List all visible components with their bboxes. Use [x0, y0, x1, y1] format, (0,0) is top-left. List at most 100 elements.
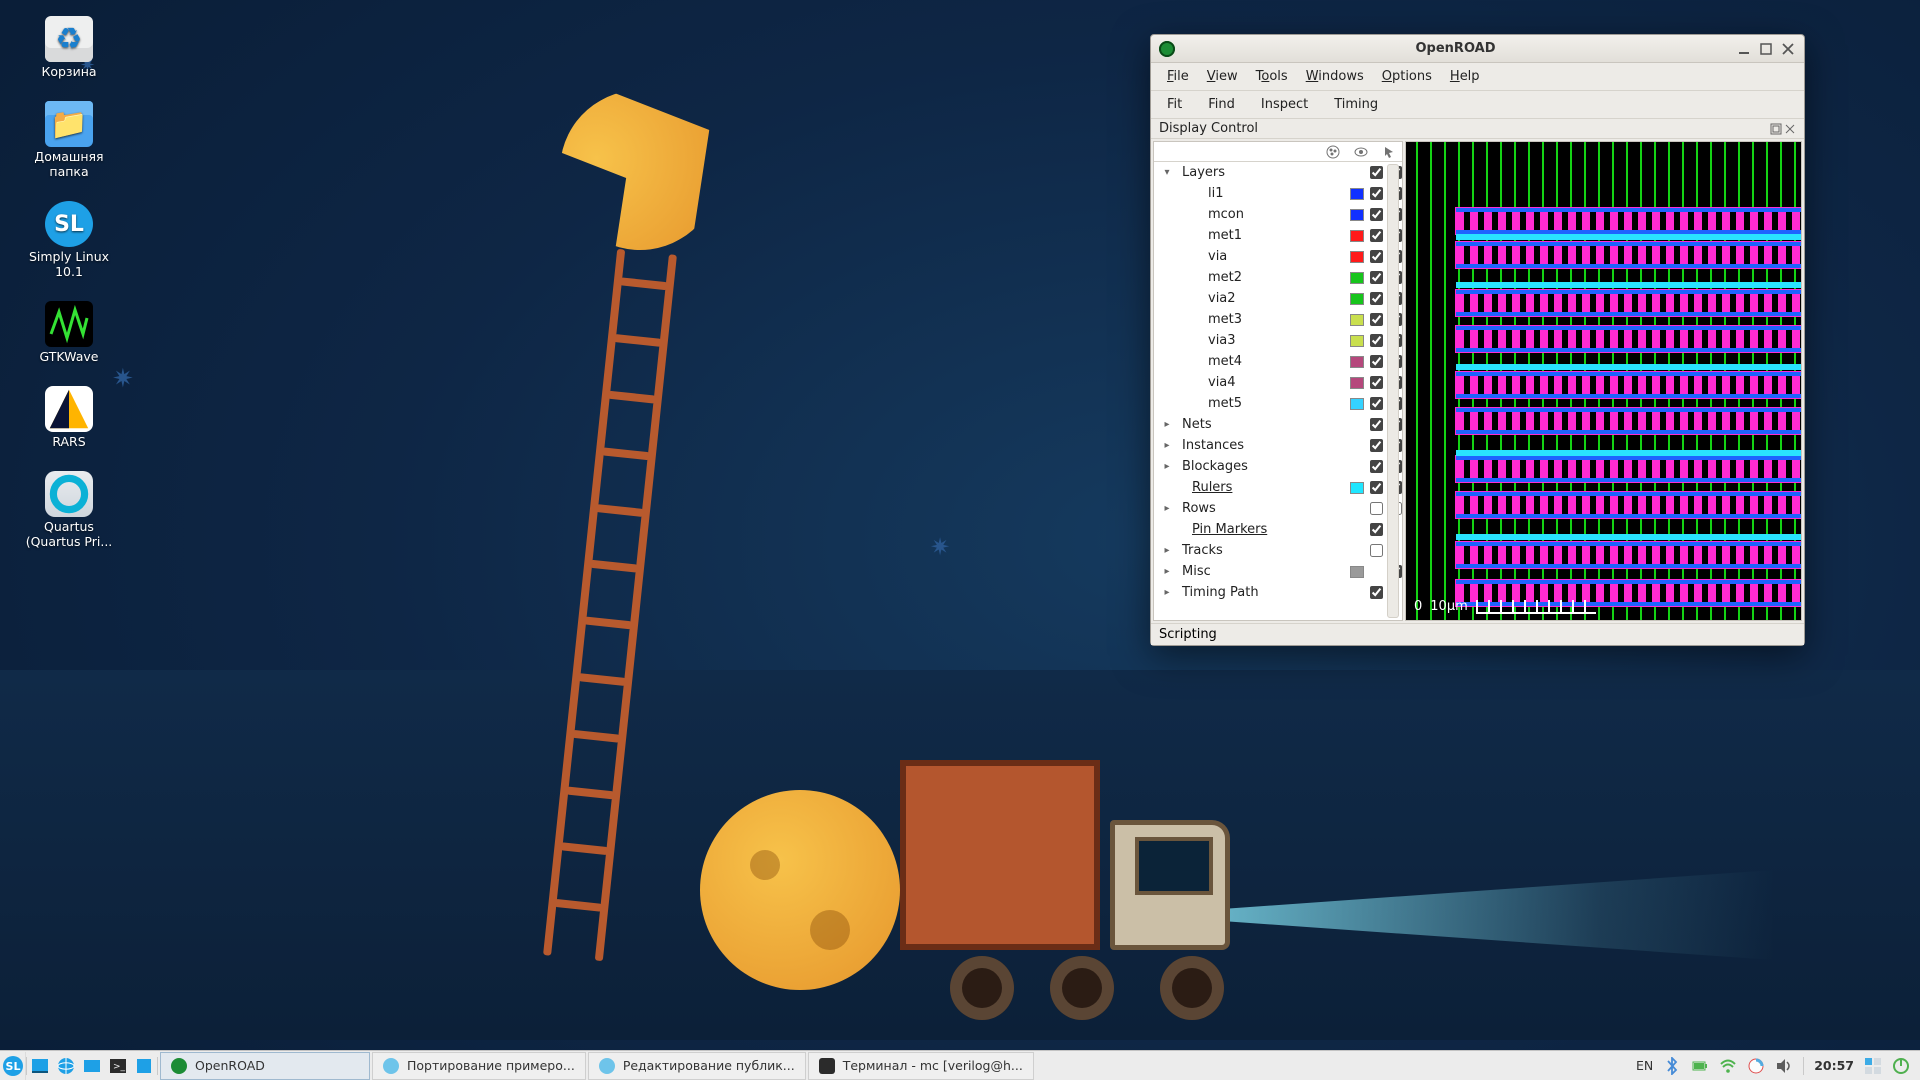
battery-tray-icon[interactable] [1691, 1057, 1709, 1075]
visibility-checkbox[interactable] [1370, 334, 1383, 347]
tree-group-layers[interactable]: ▾ Layers [1154, 162, 1402, 183]
tree-layer-met5[interactable]: met5 [1154, 393, 1402, 414]
tree-expander-icon[interactable]: ▸ [1162, 545, 1172, 556]
layer-color-swatch[interactable] [1350, 188, 1364, 200]
desktop-icon-trash[interactable]: ♻ Корзина [14, 12, 124, 83]
visibility-checkbox[interactable] [1370, 208, 1383, 221]
sound-tray-icon[interactable] [1775, 1057, 1793, 1075]
tree-expander-icon[interactable]: ▸ [1162, 461, 1172, 472]
tree-expander-icon[interactable]: ▸ [1162, 503, 1172, 514]
menu-view[interactable]: View [1199, 66, 1246, 87]
panel-undock-icon[interactable] [1770, 123, 1782, 135]
visibility-checkbox[interactable] [1370, 481, 1383, 494]
tree-group-misc[interactable]: ▸ Misc [1154, 561, 1402, 582]
window-titlebar[interactable]: OpenROAD [1151, 35, 1804, 63]
visibility-checkbox[interactable] [1370, 187, 1383, 200]
layout-viewer[interactable]: 0 10µm [1405, 141, 1802, 621]
visibility-checkbox[interactable] [1370, 313, 1383, 326]
visibility-checkbox[interactable] [1370, 229, 1383, 242]
tree-group-timing-path[interactable]: ▸ Timing Path [1154, 582, 1402, 603]
tree-layer-met3[interactable]: met3 [1154, 309, 1402, 330]
tree-layer-via4[interactable]: via4 [1154, 372, 1402, 393]
visibility-checkbox[interactable] [1370, 292, 1383, 305]
visibility-checkbox[interactable] [1370, 250, 1383, 263]
launcher-show-desktop[interactable] [27, 1052, 53, 1080]
layer-color-swatch[interactable] [1350, 293, 1364, 305]
desktop-icon-rars[interactable]: RARS [14, 382, 124, 453]
menu-windows[interactable]: Windows [1298, 66, 1372, 87]
visibility-checkbox[interactable] [1370, 502, 1383, 515]
display-control-scrollbar[interactable] [1387, 164, 1399, 618]
tree-expander-icon[interactable]: ▸ [1162, 566, 1172, 577]
taskbar-button-browser-1[interactable]: Портирование примеро... [372, 1052, 586, 1080]
tree-group-instances[interactable]: ▸ Instances [1154, 435, 1402, 456]
tree-layer-met4[interactable]: met4 [1154, 351, 1402, 372]
tree-expander-icon[interactable]: ▾ [1162, 167, 1172, 178]
tool-timing[interactable]: Timing [1326, 94, 1386, 115]
launcher-files[interactable] [79, 1052, 105, 1080]
layer-color-swatch[interactable] [1350, 356, 1364, 368]
visibility-checkbox[interactable] [1370, 166, 1383, 179]
menu-options[interactable]: Options [1374, 66, 1440, 87]
launcher-app[interactable] [131, 1052, 157, 1080]
tree-layer-met2[interactable]: met2 [1154, 267, 1402, 288]
menu-tools[interactable]: Tools [1248, 66, 1296, 87]
menu-file[interactable]: File [1159, 66, 1197, 87]
tool-inspect[interactable]: Inspect [1253, 94, 1316, 115]
tree-item-rulers[interactable]: Rulers [1154, 477, 1402, 498]
tree-item-pin-markers[interactable]: Pin Markers [1154, 519, 1402, 540]
tool-find[interactable]: Find [1200, 94, 1243, 115]
visibility-checkbox[interactable] [1370, 544, 1383, 557]
tree-expander-icon[interactable]: ▸ [1162, 587, 1172, 598]
layer-color-swatch[interactable] [1350, 335, 1364, 347]
layer-color-swatch[interactable] [1350, 398, 1364, 410]
launcher-browser[interactable] [53, 1052, 79, 1080]
tree-group-tracks[interactable]: ▸ Tracks [1154, 540, 1402, 561]
desktop-icon-simply-linux[interactable]: SL Simply Linux 10.1 [14, 197, 124, 283]
tree-expander-icon[interactable]: ▸ [1162, 440, 1172, 451]
window-minimize-button[interactable] [1736, 41, 1752, 57]
taskbar-button-terminal[interactable]: Терминал - mc [verilog@h... [808, 1052, 1034, 1080]
launcher-terminal[interactable]: >_ [105, 1052, 131, 1080]
visibility-checkbox[interactable] [1370, 418, 1383, 431]
tree-layer-li1[interactable]: li1 [1154, 183, 1402, 204]
tree-layer-via2[interactable]: via2 [1154, 288, 1402, 309]
visibility-checkbox[interactable] [1370, 271, 1383, 284]
start-menu-button[interactable]: SL [0, 1052, 26, 1080]
visibility-checkbox[interactable] [1370, 376, 1383, 389]
update-tray-icon[interactable] [1747, 1057, 1765, 1075]
desktop-icon-home[interactable]: 📁 Домашняя папка [14, 97, 124, 183]
desktop-icon-quartus[interactable]: Quartus (Quartus Pri... [14, 467, 124, 553]
tree-group-rows[interactable]: ▸ Rows [1154, 498, 1402, 519]
layer-color-swatch[interactable] [1350, 251, 1364, 263]
panel-close-icon[interactable] [1784, 123, 1796, 135]
tree-group-nets[interactable]: ▸ Nets [1154, 414, 1402, 435]
taskbar-clock[interactable]: 20:57 [1814, 1058, 1854, 1073]
visibility-checkbox[interactable] [1370, 586, 1383, 599]
window-close-button[interactable] [1780, 41, 1796, 57]
tree-expander-icon[interactable]: ▸ [1162, 419, 1172, 430]
visibility-checkbox[interactable] [1370, 460, 1383, 473]
layer-color-swatch[interactable] [1350, 314, 1364, 326]
visibility-checkbox[interactable] [1370, 439, 1383, 452]
tree-layer-met1[interactable]: met1 [1154, 225, 1402, 246]
tree-layer-mcon[interactable]: mcon [1154, 204, 1402, 225]
menu-help[interactable]: Help [1442, 66, 1488, 87]
desktop-icon-gtkwave[interactable]: GTKWave [14, 297, 124, 368]
visibility-checkbox[interactable] [1370, 523, 1383, 536]
layer-color-swatch[interactable] [1350, 272, 1364, 284]
tree-layer-via[interactable]: via [1154, 246, 1402, 267]
taskbar-button-openroad[interactable]: OpenROAD [160, 1052, 370, 1080]
tree-layer-via3[interactable]: via3 [1154, 330, 1402, 351]
tool-fit[interactable]: Fit [1159, 94, 1190, 115]
window-maximize-button[interactable] [1758, 41, 1774, 57]
layer-color-swatch[interactable] [1350, 209, 1364, 221]
tree-group-blockages[interactable]: ▸ Blockages [1154, 456, 1402, 477]
workspace-switcher-icon[interactable] [1864, 1057, 1882, 1075]
bluetooth-tray-icon[interactable] [1663, 1057, 1681, 1075]
scripting-panel-header[interactable]: Scripting [1151, 623, 1804, 645]
layer-color-swatch[interactable] [1350, 377, 1364, 389]
taskbar-button-browser-2[interactable]: Редактирование публик... [588, 1052, 806, 1080]
logout-tray-icon[interactable] [1892, 1057, 1910, 1075]
layer-color-swatch[interactable] [1350, 230, 1364, 242]
